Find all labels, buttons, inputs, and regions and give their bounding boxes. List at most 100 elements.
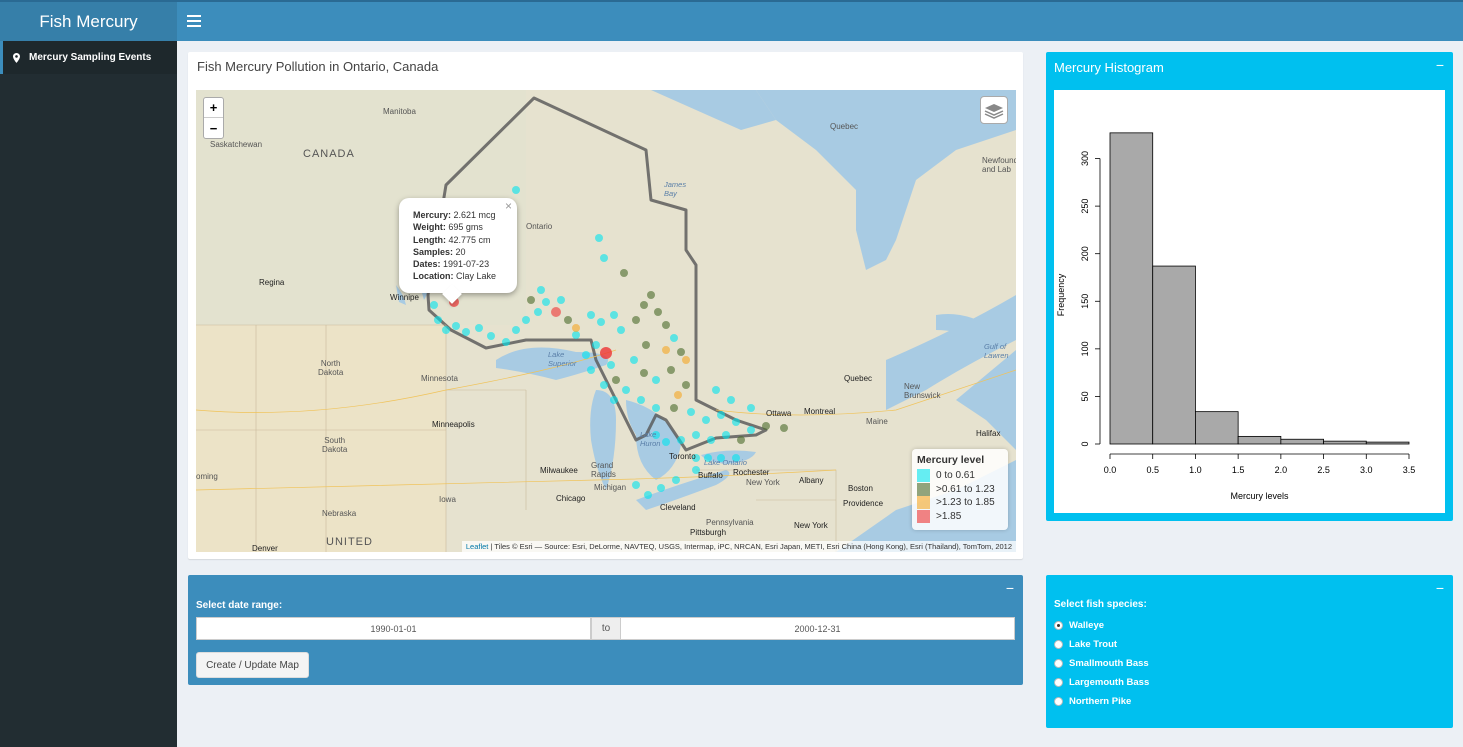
map-label-albany: Albany <box>799 476 824 485</box>
end-date-input[interactable]: 2000-12-31 <box>620 617 1015 640</box>
map-label-canada: CANADA <box>303 148 355 160</box>
y-tick-label: 100 <box>1080 341 1090 356</box>
zoom-out-button[interactable]: − <box>204 118 223 138</box>
popup-row: Location: Clay Lake <box>413 271 497 282</box>
create-update-map-button[interactable]: Create / Update Map <box>196 652 309 678</box>
map-label-denver: Denver <box>252 544 278 552</box>
map-label-toronto: Toronto <box>669 452 696 461</box>
x-tick-label: 1.0 <box>1189 465 1202 475</box>
legend-item: >1.23 to 1.85 <box>917 496 1003 510</box>
map-label-wyoming: oming <box>196 472 218 481</box>
map-label-ontario: Ontario <box>526 222 553 231</box>
app-logo[interactable]: Fish Mercury <box>0 0 177 41</box>
popup-close-button[interactable]: × <box>505 200 512 213</box>
y-axis-label: Frequency <box>1056 273 1066 316</box>
species-radio-northern-pike[interactable]: Northern Pike <box>1054 694 1131 708</box>
x-tick-label: 2.5 <box>1317 465 1330 475</box>
species-radio-largemouth-bass[interactable]: Largemouth Bass <box>1054 675 1149 689</box>
histogram-box: Mercury Histogram − 0.0 0.5 1.0 1.5 2.0 2.5 3.… <box>1046 52 1453 521</box>
map-label-manitoba: Manitoba <box>383 107 416 116</box>
map-label-minnesota: Minnesota <box>421 374 458 383</box>
date-range-separator: to <box>591 617 621 640</box>
histogram-bar <box>1195 411 1239 445</box>
popup-row: Dates: 1991-07-23 <box>413 259 490 270</box>
map-label-james-bay: James Bay <box>664 180 687 198</box>
map-label-lake-ontario: Lake Ontario <box>704 458 747 467</box>
marker-popup: × Mercury: 2.621 mcg Weight: 695 gms Len… <box>399 198 517 304</box>
map-label-cleveland: Cleveland <box>660 503 696 512</box>
map-label-united: UNITED <box>326 536 373 548</box>
species-radio-walleye[interactable]: Walleye <box>1054 618 1104 632</box>
sidebar-toggle-icon[interactable] <box>187 12 201 28</box>
y-tick-label: 200 <box>1080 246 1090 261</box>
map-label-new-york-city: New York <box>794 521 828 530</box>
map-label-new-york-state: New York <box>746 478 780 487</box>
zoom-in-button[interactable]: + <box>204 98 223 118</box>
map-label-buffalo: Buffalo <box>698 471 723 480</box>
x-tick-label: 0.5 <box>1146 465 1159 475</box>
popup-row: Weight: 695 gms <box>413 222 483 233</box>
date-range-label: Select date range: <box>196 600 283 611</box>
y-tick-label: 250 <box>1080 199 1090 214</box>
layers-icon <box>984 104 1004 119</box>
map-marker-icon <box>13 52 20 63</box>
species-box-collapse-button[interactable]: − <box>1436 580 1444 596</box>
map-label-providence: Providence <box>843 499 884 508</box>
radio-button-icon <box>1054 696 1063 706</box>
radio-button-icon <box>1054 639 1063 649</box>
start-date-input[interactable]: 1990-01-01 <box>196 617 591 640</box>
map-label-chicago: Chicago <box>556 494 586 503</box>
app-title: Fish Mercury <box>39 11 138 31</box>
histogram-collapse-button[interactable]: − <box>1436 57 1444 73</box>
radio-button-icon <box>1054 658 1063 668</box>
species-radio-smallmouth-bass[interactable]: Smallmouth Bass <box>1054 656 1149 670</box>
map-label-minneapolis: Minneapolis <box>432 420 475 429</box>
map-label-grand-rapids: Grand Rapids <box>591 461 616 479</box>
map-label-new-brunswick: New Brunswick <box>904 382 941 400</box>
radio-button-icon <box>1054 677 1063 687</box>
map-label-maine: Maine <box>866 417 888 426</box>
histogram-bar <box>1109 132 1154 445</box>
histogram-bar <box>1323 440 1367 445</box>
histogram-bar <box>1365 441 1410 445</box>
x-tick-label: 3.5 <box>1403 465 1416 475</box>
leaflet-link[interactable]: Leaflet <box>466 542 489 551</box>
map-label-montreal: Montreal <box>804 407 836 416</box>
popup-row: Samples: 20 <box>413 246 466 257</box>
sidebar-item-mercury-sampling-events[interactable]: Mercury Sampling Events <box>0 41 177 74</box>
map-label-milwaukee: Milwaukee <box>540 466 578 475</box>
map-label-regina: Regina <box>259 278 285 287</box>
y-tick-label: 300 <box>1080 151 1090 166</box>
zoom-control: + − <box>203 97 224 139</box>
legend-item: >1.85 <box>917 509 1003 524</box>
sidebar-item-label: Mercury Sampling Events <box>29 52 152 63</box>
y-tick-label: 150 <box>1080 294 1090 309</box>
x-tick-label: 1.5 <box>1232 465 1245 475</box>
date-box-collapse-button[interactable]: − <box>1006 580 1014 596</box>
map-box: Fish Mercury Pollution in Ontario, Canad… <box>188 52 1023 559</box>
y-tick-label: 50 <box>1080 391 1090 401</box>
legend-item: >0.61 to 1.23 <box>917 482 1003 497</box>
map-legend: Mercury level 0 to 0.61 >0.61 to 1.23 >1… <box>912 449 1008 530</box>
radio-button-icon <box>1054 620 1063 630</box>
leaflet-map[interactable]: CANADA UNITED Manitoba Saskatchewan Queb… <box>196 90 1016 552</box>
x-axis-label: Mercury levels <box>1230 491 1289 501</box>
sidebar: Mercury Sampling Events <box>0 41 177 747</box>
map-label-north-dakota: North Dakota <box>318 359 344 377</box>
map-label-boston: Boston <box>848 484 873 493</box>
date-range-box: − Select date range: 1990-01-01 to 2000-… <box>188 575 1023 685</box>
map-label-halifax: Halifax <box>976 429 1001 438</box>
map-label-pennsylvania: Pennsylvania <box>706 518 754 527</box>
popup-row: Mercury: 2.621 mcg <box>413 210 496 220</box>
map-box-title: Fish Mercury Pollution in Ontario, Canad… <box>197 59 439 74</box>
histogram-plot: 0.0 0.5 1.0 1.5 2.0 2.5 3.0 3.5 0 50 100 150 200 250 3… <box>1054 90 1445 513</box>
map-label-quebec-city: Quebec <box>844 374 873 383</box>
layers-control-button[interactable] <box>980 96 1008 124</box>
map-label-south-dakota: South Dakota <box>322 436 348 454</box>
species-radio-lake-trout[interactable]: Lake Trout <box>1054 637 1117 651</box>
map-label-lake-huron: Lake Huron <box>640 430 661 448</box>
map-label-winnipeg: Winnipe <box>390 293 419 302</box>
map-label-pittsburgh: Pittsburgh <box>690 528 727 537</box>
top-navbar <box>177 0 1463 41</box>
x-tick-label: 2.0 <box>1275 465 1288 475</box>
